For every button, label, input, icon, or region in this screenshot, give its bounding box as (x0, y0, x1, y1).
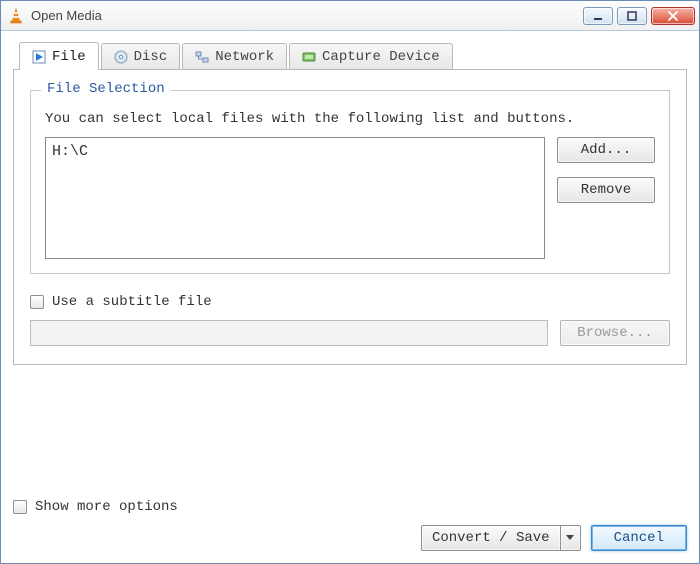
tab-file-label: File (52, 49, 86, 65)
convert-save-splitbutton[interactable]: Convert / Save (421, 525, 581, 551)
network-icon (195, 50, 209, 64)
subtitle-path-input (30, 320, 548, 346)
disc-icon (114, 50, 128, 64)
convert-save-button[interactable]: Convert / Save (421, 525, 561, 551)
show-more-options-label: Show more options (35, 499, 178, 515)
show-more-options-checkbox[interactable] (13, 500, 27, 514)
remove-button[interactable]: Remove (557, 177, 655, 203)
tab-disc[interactable]: Disc (101, 43, 181, 69)
vlc-cone-icon (7, 7, 25, 25)
dialog-actions: Convert / Save Cancel (13, 525, 687, 551)
file-selection-legend: File Selection (41, 81, 171, 97)
window-title: Open Media (31, 8, 583, 23)
tab-network-label: Network (215, 49, 274, 65)
tab-page-file: File Selection You can select local file… (13, 69, 687, 365)
convert-save-dropdown[interactable] (561, 525, 581, 551)
browse-subtitle-button: Browse... (560, 320, 670, 346)
use-subtitle-checkbox[interactable] (30, 295, 44, 309)
file-list-buttons: Add... Remove (557, 137, 655, 203)
titlebar: Open Media (1, 1, 699, 31)
tab-capture-label: Capture Device (322, 49, 440, 65)
file-selection-group: File Selection You can select local file… (30, 90, 670, 274)
tab-file[interactable]: File (19, 42, 99, 70)
open-media-dialog: Open Media File (0, 0, 700, 564)
add-button[interactable]: Add... (557, 137, 655, 163)
tab-network[interactable]: Network (182, 43, 287, 69)
bottom-area: Show more options Convert / Save Cancel (13, 489, 687, 551)
minimize-button[interactable] (583, 7, 613, 25)
subtitle-section: Use a subtitle file Browse... (30, 294, 670, 346)
tabstrip: File Disc Network Capture Device (13, 41, 687, 69)
play-file-icon (32, 50, 46, 64)
window-controls (583, 7, 695, 25)
list-item[interactable]: H:\C (52, 142, 538, 161)
client-area: File Disc Network Capture Device (1, 31, 699, 563)
file-selection-hint: You can select local files with the foll… (45, 111, 655, 127)
tab-disc-label: Disc (134, 49, 168, 65)
file-list[interactable]: H:\C (45, 137, 545, 259)
capture-device-icon (302, 50, 316, 64)
use-subtitle-label: Use a subtitle file (52, 294, 212, 310)
tab-capture[interactable]: Capture Device (289, 43, 453, 69)
chevron-down-icon (566, 530, 574, 546)
cancel-button[interactable]: Cancel (591, 525, 687, 551)
maximize-button[interactable] (617, 7, 647, 25)
close-button[interactable] (651, 7, 695, 25)
